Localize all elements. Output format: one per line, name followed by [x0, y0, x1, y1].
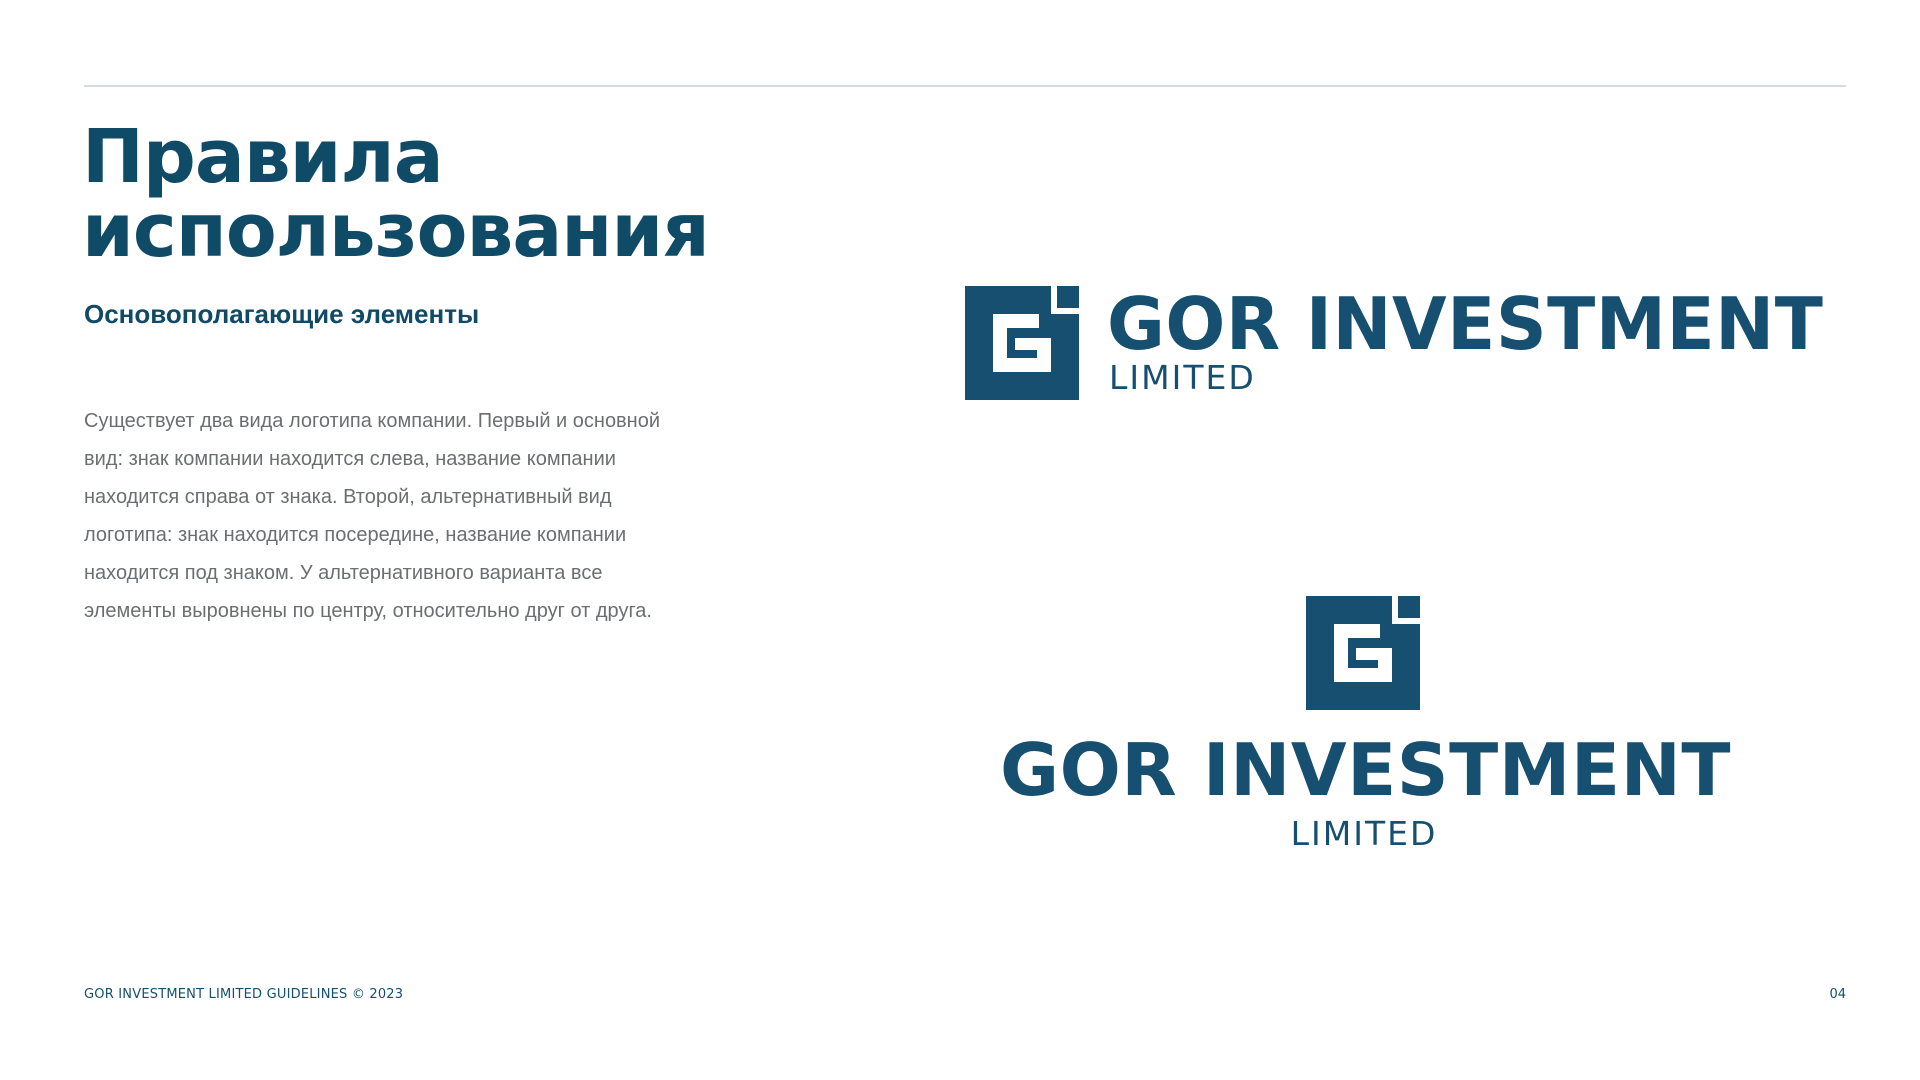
top-divider [84, 85, 1846, 87]
page-title-line-1: Правила [82, 114, 444, 200]
logo-centered-sub: LIMITED [1290, 814, 1438, 853]
page-title-line-2: использования [82, 188, 710, 274]
description-line: Существует два вида логотипа компании. П… [84, 410, 661, 432]
page-title: Правила использования [82, 120, 842, 268]
description-line: находится справа от знака. Второй, альте… [84, 486, 612, 508]
description-line: логотипа: знак находится посередине, наз… [84, 524, 627, 546]
gi-monogram-icon [1306, 596, 1420, 710]
logo-horizontal-name: GOR INVESTMENT [1107, 282, 1824, 366]
logo-horizontal-sub: LIMITED [1109, 358, 1256, 397]
page-subtitle: Основополагающие элементы [84, 299, 480, 329]
page-number: 04 [1829, 987, 1846, 1002]
gi-monogram-icon [965, 286, 1079, 400]
description-line: элементы выровнены по центру, относитель… [84, 600, 652, 622]
description-paragraph: Существует два вида логотипа компании. П… [84, 402, 724, 630]
logo-centered: GOR INVESTMENT LIMITED [1000, 596, 1731, 856]
footer-copyright: GOR INVESTMENT LIMITED GUIDELINES © 2023 [84, 987, 404, 1002]
description-line: вид: знак компании находится слева, назв… [84, 448, 616, 470]
logo-centered-name: GOR INVESTMENT [1000, 728, 1731, 812]
logo-horizontal: GOR INVESTMENT LIMITED [965, 286, 1823, 404]
description-line: находится под знаком. У альтернативного … [84, 562, 603, 584]
